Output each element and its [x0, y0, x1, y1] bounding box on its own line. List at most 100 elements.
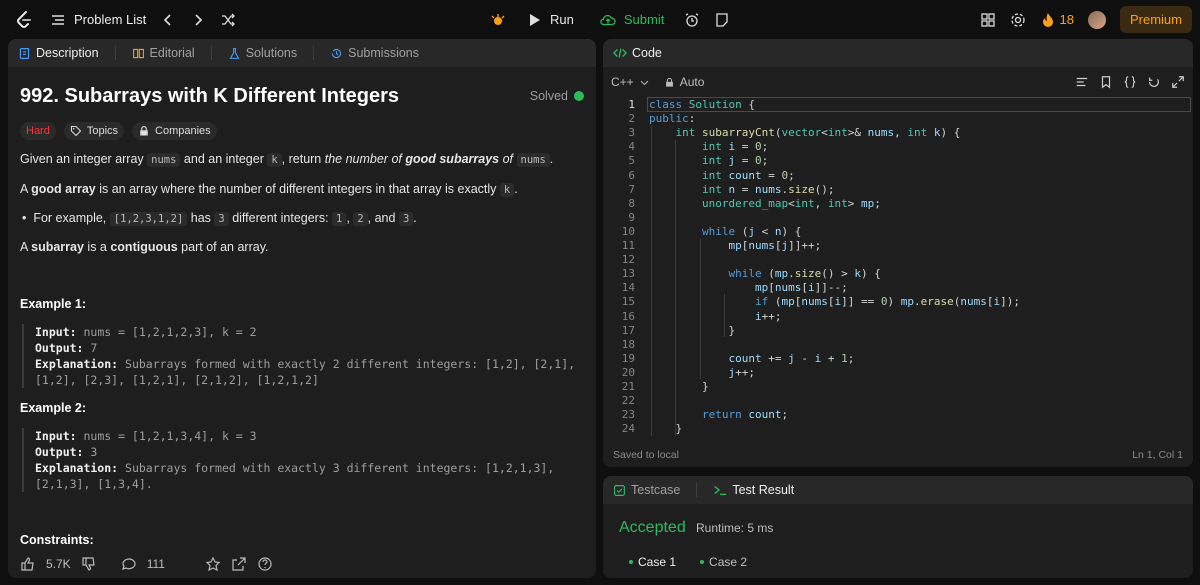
- code-line[interactable]: 23 return count;: [603, 408, 1193, 422]
- code-line[interactable]: 6 int count = 0;: [603, 169, 1193, 183]
- thumbs-up-icon[interactable]: [20, 556, 36, 572]
- code-line[interactable]: 8 unordered_map<int, int> mp;: [603, 197, 1193, 211]
- reset-icon[interactable]: [1147, 75, 1161, 89]
- tab-editorial[interactable]: Editorial: [132, 46, 195, 60]
- line-number: 13: [621, 267, 635, 281]
- code-line[interactable]: 21 }: [603, 380, 1193, 394]
- line-number: 20: [621, 365, 635, 379]
- code-editor[interactable]: 1 class Solution {2 public: 3 int subarrayC…: [603, 97, 1193, 437]
- text: .: [413, 211, 417, 225]
- code-line[interactable]: 17 }: [603, 324, 1193, 338]
- note-icon[interactable]: [714, 12, 730, 28]
- chevron-left-icon[interactable]: [160, 12, 176, 28]
- code-line[interactable]: 16 i++;: [603, 310, 1193, 324]
- auto-mode-toggle[interactable]: Auto: [664, 75, 704, 89]
- chevron-right-icon[interactable]: [190, 12, 206, 28]
- tab-testcase[interactable]: Testcase: [613, 483, 680, 497]
- code-line[interactable]: 12: [603, 253, 1193, 267]
- tab-description[interactable]: Description: [18, 46, 99, 60]
- code-text: int i = 0;: [701, 140, 769, 154]
- debug-icon[interactable]: [490, 12, 506, 28]
- leetcode-logo-icon[interactable]: [14, 10, 34, 30]
- left-tabbar: Description Editorial Solutions Submissi…: [8, 39, 596, 67]
- fullscreen-icon[interactable]: [1171, 75, 1185, 89]
- alarm-clock-icon[interactable]: [684, 12, 700, 28]
- star-icon[interactable]: [205, 556, 221, 572]
- result-tabbar: Testcase Test Result: [603, 476, 1193, 504]
- layout-grid-icon[interactable]: [980, 12, 996, 28]
- line-number: 16: [621, 309, 635, 323]
- shuffle-icon[interactable]: [220, 12, 236, 28]
- braces-icon[interactable]: [1123, 75, 1137, 89]
- line-number: 17: [621, 323, 635, 337]
- code-line[interactable]: 3 int subarrayCnt(vector<int>& nums, int…: [603, 126, 1193, 140]
- code-footer: Saved to local Ln 1, Col 1: [613, 449, 1183, 461]
- code-line[interactable]: 1 class Solution {: [603, 98, 1193, 112]
- code-panel: Code C++ Auto 1 class Solution {2 public: 3…: [603, 39, 1193, 467]
- example-2-output: Output: 3: [35, 444, 578, 460]
- line-number: 7: [628, 182, 635, 196]
- case-1-tab[interactable]: Case 1: [629, 555, 676, 569]
- code-line[interactable]: 11 mp[nums[j]]++;: [603, 239, 1193, 253]
- language-select[interactable]: C++: [611, 75, 650, 89]
- help-icon[interactable]: [257, 556, 273, 572]
- example-1-box: Input: nums = [1,2,1,2,3], k = 2 Output:…: [22, 324, 578, 388]
- code-line[interactable]: 14 mp[nums[i]]--;: [603, 281, 1193, 295]
- tab-submissions[interactable]: Submissions: [330, 46, 419, 60]
- book-icon: [132, 48, 144, 58]
- code-text: while (mp.size() > k) {: [728, 267, 881, 281]
- topics-tag[interactable]: Topics: [63, 122, 125, 140]
- line-number: 21: [621, 380, 635, 393]
- code-line[interactable]: 15 if (mp[nums[i]] == 0) mp.erase(nums[i…: [603, 295, 1193, 309]
- solved-dot-icon: [574, 91, 584, 101]
- run-button[interactable]: Run: [520, 8, 580, 32]
- code-line[interactable]: 10 while (j < n) {: [603, 225, 1193, 239]
- tab-separator: [313, 46, 315, 60]
- code-line[interactable]: 22: [603, 394, 1193, 408]
- inline-code: nums: [147, 153, 181, 167]
- example-1-heading: Example 1:: [20, 297, 87, 311]
- code-line[interactable]: 7 int n = nums.size();: [603, 183, 1193, 197]
- tab-solutions[interactable]: Solutions: [228, 46, 297, 60]
- premium-button[interactable]: Premium: [1119, 6, 1192, 33]
- code-line[interactable]: 13 while (mp.size() > k) {: [603, 267, 1193, 281]
- line-number: 12: [621, 253, 635, 267]
- case-2-tab[interactable]: Case 2: [700, 555, 747, 569]
- code-line[interactable]: 2 public:: [603, 112, 1193, 126]
- example-1-explanation: Explanation: Subarrays formed with exact…: [35, 356, 578, 372]
- avatar[interactable]: [1087, 10, 1106, 29]
- comment-icon[interactable]: [121, 556, 137, 572]
- code-brackets-icon: [613, 48, 627, 58]
- code-line[interactable]: 9: [603, 211, 1193, 225]
- tab-separator: [210, 46, 212, 60]
- inline-code: 3: [214, 212, 229, 226]
- label: Output:: [35, 341, 84, 355]
- code-line[interactable]: 4 int i = 0;: [603, 140, 1193, 154]
- code-tabbar: Code: [603, 39, 1193, 67]
- line-number: 11: [621, 239, 635, 252]
- code-line[interactable]: 24 }: [603, 422, 1193, 436]
- streak-counter[interactable]: 18: [1040, 12, 1074, 28]
- tab-code[interactable]: Code: [613, 46, 662, 60]
- bookmark-icon[interactable]: [1099, 75, 1113, 89]
- submit-button[interactable]: Submit: [594, 8, 670, 32]
- text: has: [187, 211, 215, 225]
- text: good subarrays: [405, 152, 500, 166]
- code-toolbar: C++ Auto: [603, 71, 1193, 93]
- thumbs-down-icon[interactable]: [81, 556, 97, 572]
- code-line[interactable]: 20 j++;: [603, 366, 1193, 380]
- code-line[interactable]: 5 int j = 0;: [603, 154, 1193, 168]
- tab-test-result[interactable]: Test Result: [713, 483, 794, 497]
- code-text: count += j - i + 1;: [728, 351, 855, 365]
- nav-center: Run Submit: [490, 0, 730, 39]
- share-icon[interactable]: [231, 556, 247, 572]
- code-line[interactable]: 19 count += j - i + 1;: [603, 352, 1193, 366]
- problem-list-button[interactable]: Problem List: [50, 12, 146, 28]
- text: .: [514, 182, 518, 196]
- value: nums = [1,2,1,2,3], k = 2: [76, 325, 257, 339]
- code-line[interactable]: 18: [603, 338, 1193, 352]
- problem-title[interactable]: 992. Subarrays with K Different Integers: [20, 85, 399, 108]
- format-icon[interactable]: [1075, 75, 1089, 89]
- companies-tag[interactable]: Companies: [132, 122, 217, 140]
- gear-icon[interactable]: [1010, 12, 1026, 28]
